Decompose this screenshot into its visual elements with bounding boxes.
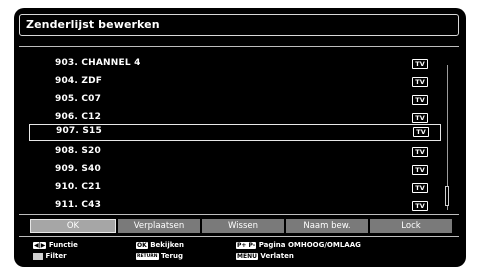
delete-button[interactable]: Wissen [202,219,284,233]
tv-icon: TV [412,113,428,123]
help-filter: Filter [33,252,67,260]
channel-label: 903. CHANNEL 4 [55,58,141,68]
help-menu: MENU Verlaten [236,252,294,260]
channel-label: 911. C43 [55,200,102,210]
tv-icon: TV [412,165,428,175]
tv-icon: TV [412,59,428,69]
channel-row[interactable]: 908. S20 TV [29,144,441,161]
help-return: RETURN Terug [136,252,183,260]
tv-icon: TV [412,201,428,211]
channel-label: 905. C07 [55,94,102,104]
tv-icon: TV [412,147,428,157]
channel-label: 906. C12 [55,112,102,122]
help-ok: OK Bekijken [136,241,184,249]
help-return-label: Terug [160,252,183,260]
channel-row[interactable]: 909. S40 TV [29,162,441,179]
divider-top [19,46,459,47]
color-key-icon [33,252,43,260]
help-filter-label: Filter [45,252,67,260]
help-page-label: Pagina OMHOOG/OMLAAG [258,241,361,249]
tv-icon: TV [412,77,428,87]
divider-help [19,236,459,237]
channel-label: 904. ZDF [55,76,103,86]
title-bar: Zenderlijst bewerken [19,14,459,36]
channel-row-selected[interactable]: 907. S15 TV [29,124,441,141]
help-function: ◀|▶ Functie [33,241,78,249]
page-title: Zenderlijst bewerken [26,18,160,31]
channel-row[interactable]: 903. CHANNEL 4 TV [29,56,441,73]
ok-key-icon: OK [136,241,148,249]
tv-icon: TV [413,127,429,137]
channel-label: 908. S20 [55,146,101,156]
rename-button[interactable]: Naam bew. [286,219,368,233]
channel-label: 909. S40 [55,164,101,174]
return-key-icon: RETURN [136,252,159,260]
lock-button[interactable]: Lock [370,219,452,233]
ok-button[interactable]: OK [30,219,116,233]
move-button[interactable]: Verplaatsen [118,219,200,233]
channel-row[interactable]: 905. C07 TV [29,92,441,109]
help-function-label: Functie [48,241,78,249]
menu-key-icon: MENU [236,252,258,260]
channel-row[interactable]: 910. C21 TV [29,180,441,197]
channel-row[interactable]: 911. C43 TV [29,198,441,215]
tv-icon: TV [412,95,428,105]
help-ok-label: Bekijken [150,241,184,249]
channel-label: 907. S15 [56,126,102,136]
tv-icon: TV [412,183,428,193]
channel-row[interactable]: 904. ZDF TV [29,74,441,91]
page-key-icon: P+ P- [236,241,257,249]
help-page: P+ P- Pagina OMHOOG/OMLAAG [236,241,361,249]
scrollbar-thumb[interactable] [445,186,449,206]
divider-buttons [19,214,459,215]
help-menu-label: Verlaten [260,252,294,260]
channel-label: 910. C21 [55,182,102,192]
left-right-arrows-icon: ◀|▶ [33,241,47,249]
